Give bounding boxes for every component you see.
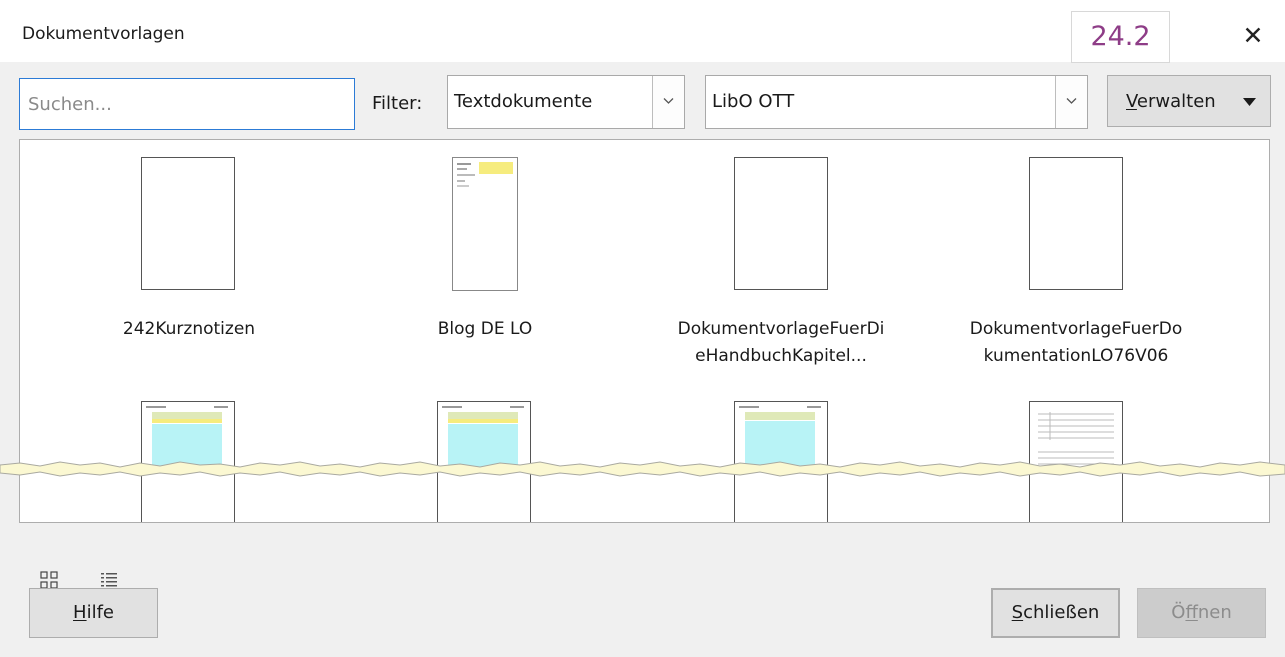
type-filter-select[interactable]: Textdokumente (447, 75, 685, 129)
type-filter-value: Textdokumente (454, 91, 593, 112)
version-badge: 24.2 (1071, 11, 1170, 63)
template-thumbnail[interactable] (1029, 157, 1123, 290)
triangle-down-icon (1243, 98, 1256, 106)
template-thumbnail[interactable] (141, 157, 235, 290)
category-filter-select[interactable]: LibO OTT (705, 75, 1088, 129)
template-name: 242Kurznotizen (122, 319, 256, 339)
chevron-down-icon[interactable] (652, 76, 684, 128)
list-view-icon[interactable] (99, 570, 119, 590)
torn-edge-divider (0, 461, 1285, 477)
dialog-title: Dokumentvorlagen (22, 24, 185, 44)
template-name: DokumentvorlageFuerDi eHandbuchKapitel... (677, 319, 885, 366)
manage-label: Verwalten (1126, 91, 1216, 112)
close-icon[interactable]: ✕ (1238, 22, 1268, 52)
category-filter-value: LibO OTT (712, 91, 795, 112)
title-bar: Dokumentvorlagen 24.2 ✕ (0, 0, 1285, 63)
open-button[interactable]: Öffnen (1137, 588, 1266, 638)
template-name: DokumentvorlageFuerDo kumentationLO76V06 (969, 319, 1183, 366)
manage-button[interactable]: Verwalten (1107, 75, 1271, 127)
template-name: Blog DE LO (437, 319, 533, 339)
help-button[interactable]: Hilfe (29, 588, 158, 638)
close-button[interactable]: Schließen (991, 588, 1120, 638)
template-thumbnail[interactable] (734, 157, 828, 290)
chevron-down-icon[interactable] (1055, 76, 1087, 128)
template-thumbnail[interactable] (452, 157, 518, 291)
filter-label: Filter: (372, 93, 423, 114)
grid-view-icon[interactable] (39, 570, 59, 590)
search-input[interactable] (19, 78, 355, 130)
